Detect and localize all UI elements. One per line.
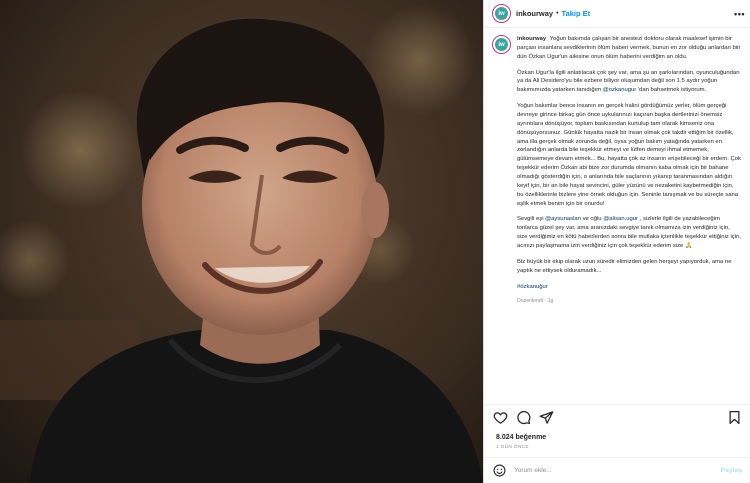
share-icon[interactable] bbox=[539, 410, 554, 425]
hashtag-line: #özkanuğur bbox=[517, 283, 741, 292]
follow-button[interactable]: Takip Et bbox=[562, 9, 591, 18]
post-time: 1 GÜN ÖNCE bbox=[496, 445, 529, 450]
comment-icon[interactable] bbox=[516, 410, 531, 425]
mention-ozkanugur[interactable]: @ozkanugur bbox=[603, 87, 637, 93]
caption-paragraph-5: Biz büyük bir ekip olarak uzun süredir e… bbox=[517, 258, 732, 274]
caption-paragraph-3: Yoğun bakımlar bence insanın en gerçek h… bbox=[517, 103, 741, 207]
post-side-panel: iw inkourway • Takip Et ••• iw inkourway… bbox=[483, 0, 750, 483]
bookmark-icon[interactable] bbox=[727, 410, 742, 425]
caption-paragraph-2: Özkan Ugur'la ilgili anlatılacak çok şey… bbox=[517, 69, 741, 96]
comment-input[interactable] bbox=[514, 467, 721, 474]
avatar-initials: iw bbox=[495, 7, 508, 20]
action-bar bbox=[484, 404, 750, 430]
caption-avatar[interactable]: iw bbox=[492, 35, 511, 54]
more-options-icon[interactable]: ••• bbox=[734, 9, 745, 19]
caption-avatar-initials: iw bbox=[495, 38, 508, 51]
edited-label: Düzenlendi · 1g bbox=[517, 298, 554, 305]
likes-count[interactable]: 8.024 beğenme bbox=[496, 434, 546, 441]
mention-alisan-ugur[interactable]: @alisan.ugur bbox=[603, 216, 638, 222]
caption-p4-text-b: ve oğlu bbox=[580, 216, 604, 223]
caption-p1-text: Yoğun bakımda çalışan bir anestezi dokto… bbox=[517, 36, 741, 60]
username[interactable]: inkourway bbox=[516, 9, 553, 18]
caption-section: iw inkourway Yoğun bakımda çalışan bir a… bbox=[484, 28, 750, 400]
heart-icon[interactable] bbox=[493, 410, 508, 425]
post-photo[interactable] bbox=[0, 0, 483, 483]
mention-aysunaslan[interactable]: @aysunaslan bbox=[545, 216, 581, 222]
caption-username[interactable]: inkourway bbox=[517, 36, 546, 42]
separator-dot: • bbox=[556, 10, 559, 17]
caption-p2-text-b: 'dan bahsetmek istiyorum. bbox=[636, 87, 707, 94]
avatar[interactable]: iw bbox=[492, 4, 511, 23]
post-header: iw inkourway • Takip Et ••• bbox=[484, 0, 750, 28]
caption-text: inkourway Yoğun bakımda çalışan bir anes… bbox=[517, 35, 741, 400]
post-comment-button[interactable]: Paylaş bbox=[720, 467, 742, 474]
emoji-icon[interactable] bbox=[493, 464, 506, 477]
caption-p4-text-a: Sevgili eşi bbox=[517, 216, 546, 223]
caption-paragraph-1: inkourway Yoğun bakımda çalışan bir anes… bbox=[517, 35, 741, 62]
caption-paragraph-4: Sevgili eşi @aysunaslan ve oğlu @alisan.… bbox=[517, 215, 741, 250]
comment-bar: Paylaş bbox=[484, 457, 750, 483]
hashtag-link[interactable]: #özkanuğur bbox=[517, 284, 548, 290]
portrait-image bbox=[0, 0, 483, 483]
